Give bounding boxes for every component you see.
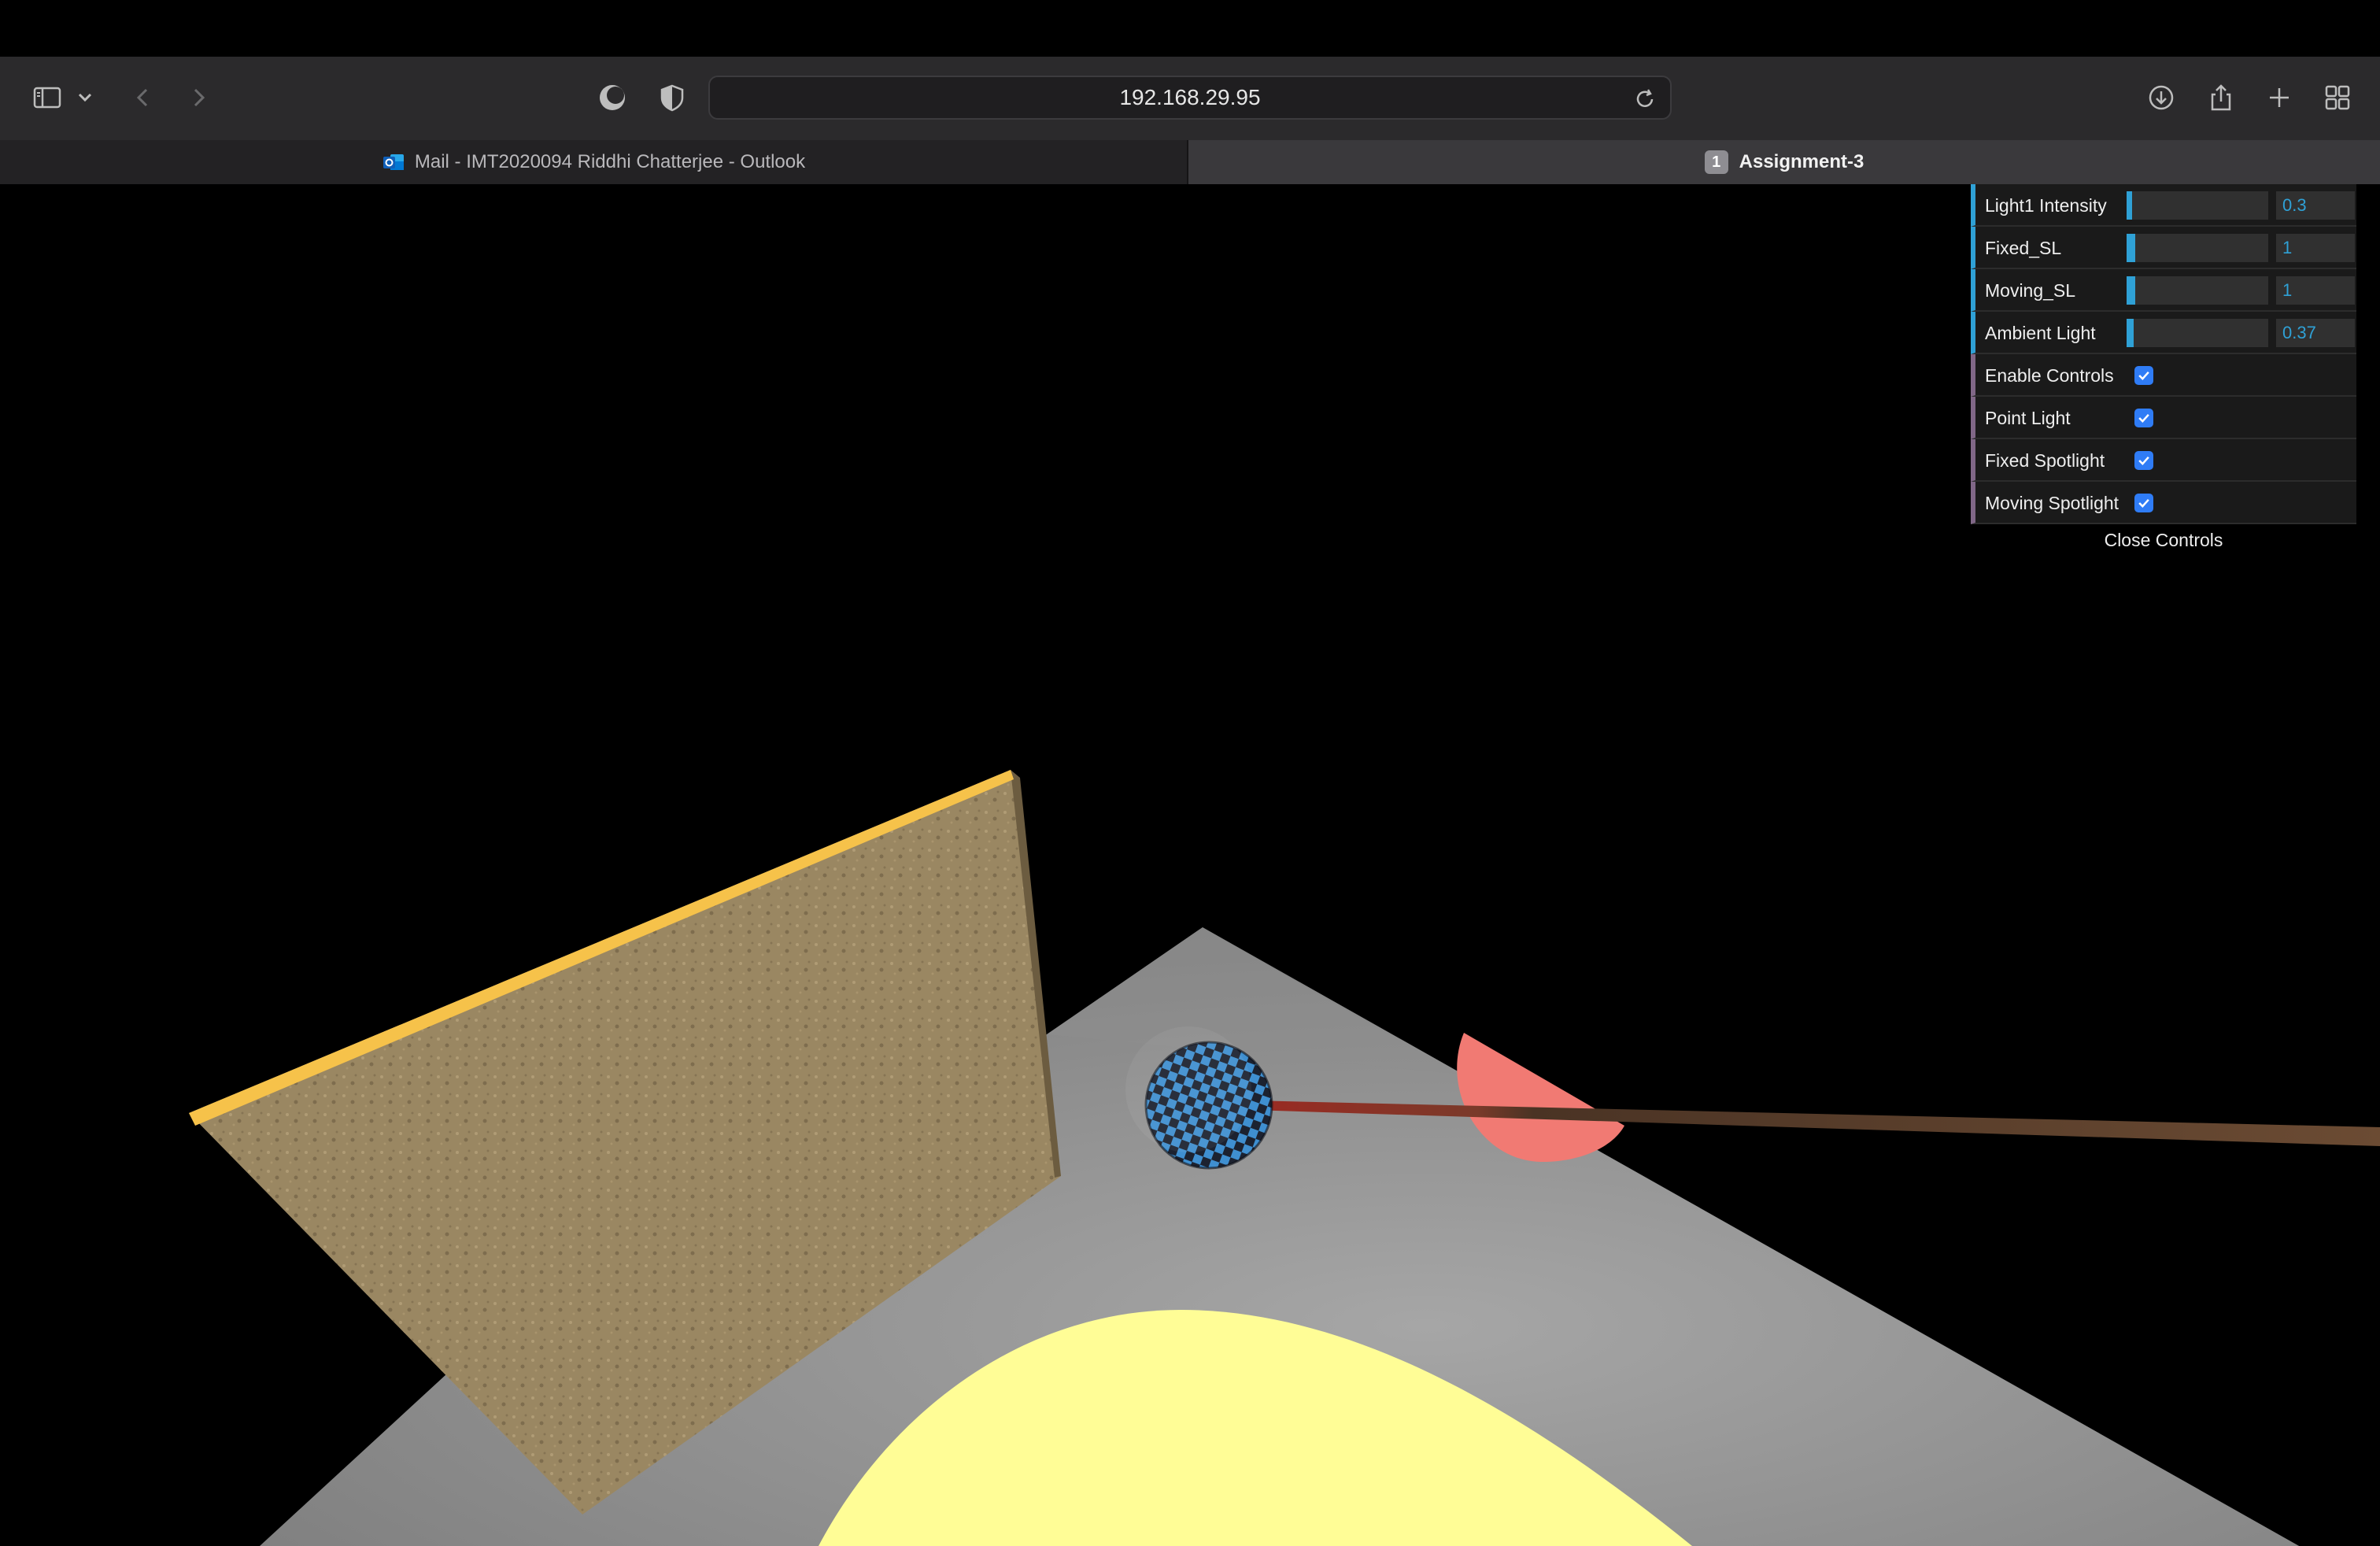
- moving-sl-slider[interactable]: [2127, 276, 2268, 305]
- light1-intensity-slider[interactable]: [2127, 191, 2268, 220]
- control-label: Ambient Light: [1985, 323, 2096, 343]
- forward-icon[interactable]: [176, 76, 220, 120]
- control-enable-controls[interactable]: Enable Controls: [1971, 354, 2356, 397]
- checkmark-icon: [2138, 371, 2149, 380]
- control-label: Enable Controls: [1985, 365, 2114, 386]
- point-light-checkbox[interactable]: [2134, 409, 2153, 427]
- outlook-icon: [382, 150, 405, 174]
- control-moving-spotlight[interactable]: Moving Spotlight: [1971, 482, 2356, 524]
- fixed-sl-slider[interactable]: [2127, 234, 2268, 262]
- sidebar-icon[interactable]: [25, 76, 69, 120]
- controls-panel: Light1 Intensity 0.3 Fixed_SL 1 Moving_S…: [1971, 184, 2356, 556]
- ambient-light-input[interactable]: 0.37: [2276, 319, 2355, 347]
- slider-fill: [2127, 234, 2135, 262]
- download-icon[interactable]: [2139, 76, 2183, 120]
- control-label: Moving_SL: [1985, 280, 2076, 301]
- tab-strip: Mail - IMT2020094 Riddhi Chatterjee - Ou…: [0, 140, 2380, 184]
- privacy-shield-icon[interactable]: [650, 76, 694, 120]
- checkmark-icon: [2138, 413, 2149, 423]
- control-label: Point Light: [1985, 408, 2071, 428]
- tab-label: Assignment-3: [1739, 151, 1864, 172]
- reload-icon[interactable]: [1631, 85, 1659, 113]
- browser-toolbar: 192.168.29.95: [0, 57, 2380, 142]
- moving-spotlight-checkbox[interactable]: [2134, 494, 2153, 512]
- control-light1-intensity: Light1 Intensity 0.3: [1971, 184, 2356, 227]
- share-icon[interactable]: [2199, 76, 2243, 120]
- control-label: Light1 Intensity: [1985, 195, 2107, 216]
- slider-fill: [2127, 276, 2135, 305]
- chevron-down-icon[interactable]: [69, 76, 101, 120]
- control-ambient-light: Ambient Light 0.37: [1971, 312, 2356, 354]
- control-label: Fixed_SL: [1985, 238, 2062, 258]
- control-fixed-sl: Fixed_SL 1: [1971, 227, 2356, 269]
- address-bar[interactable]: 192.168.29.95: [708, 76, 1672, 120]
- control-moving-sl: Moving_SL 1: [1971, 269, 2356, 312]
- new-tab-icon[interactable]: [2257, 76, 2301, 120]
- ambient-light-slider[interactable]: [2127, 319, 2268, 347]
- tab-label: Mail - IMT2020094 Riddhi Chatterjee - Ou…: [414, 151, 806, 172]
- enable-controls-checkbox[interactable]: [2134, 366, 2153, 385]
- light1-intensity-input[interactable]: 0.3: [2276, 191, 2355, 220]
- system-menu-bar: [0, 0, 2380, 57]
- tab-overview-icon[interactable]: [2315, 76, 2360, 120]
- control-label: Fixed Spotlight: [1985, 450, 2105, 471]
- control-point-light[interactable]: Point Light: [1971, 397, 2356, 439]
- night-mode-icon[interactable]: [590, 76, 634, 120]
- tab-assignment-3[interactable]: 1 Assignment-3: [1188, 140, 2380, 184]
- control-fixed-spotlight[interactable]: Fixed Spotlight: [1971, 439, 2356, 482]
- slider-fill: [2127, 191, 2133, 220]
- url-text: 192.168.29.95: [1119, 85, 1261, 109]
- back-icon[interactable]: [121, 76, 165, 120]
- tab-mail-outlook[interactable]: Mail - IMT2020094 Riddhi Chatterjee - Ou…: [0, 140, 1188, 184]
- control-label: Moving Spotlight: [1985, 493, 2119, 513]
- tab-badge: 1: [1704, 150, 1728, 174]
- fixed-sl-input[interactable]: 1: [2276, 234, 2355, 262]
- slider-fill: [2127, 319, 2134, 347]
- moving-sl-input[interactable]: 1: [2276, 276, 2355, 305]
- fixed-spotlight-checkbox[interactable]: [2134, 451, 2153, 470]
- checkmark-icon: [2138, 498, 2149, 508]
- close-controls-button[interactable]: Close Controls: [1971, 524, 2356, 556]
- checkmark-icon: [2138, 456, 2149, 465]
